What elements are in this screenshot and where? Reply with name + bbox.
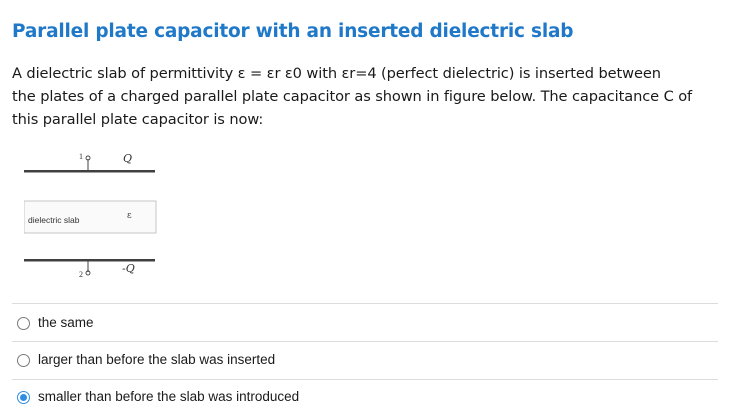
- bottom-charge-label: -Q: [122, 262, 135, 275]
- question-text: A dielectric slab of permittivity ε = εr…: [12, 62, 722, 131]
- bottom-terminal-label: 2: [79, 270, 83, 279]
- answer-option-same[interactable]: the same: [12, 303, 718, 341]
- question-line-3: this parallel plate capacitor is now:: [12, 111, 264, 128]
- answer-option-smaller[interactable]: smaller than before the slab was introdu…: [12, 379, 718, 415]
- answer-label: the same: [38, 315, 94, 330]
- answer-option-larger[interactable]: larger than before the slab was inserted: [12, 341, 718, 379]
- top-charge-label: Q: [123, 152, 132, 165]
- dielectric-slab-label: dielectric slab: [28, 215, 80, 225]
- radio-button[interactable]: [17, 354, 30, 367]
- top-terminal-label: 1: [79, 152, 83, 161]
- capacitor-diagram: 1 Q dielectric slab ε 2 -Q: [23, 152, 157, 279]
- answer-label: smaller than before the slab was introdu…: [38, 389, 300, 404]
- capacitor-figure: 1 Q dielectric slab ε 2 -Q: [23, 143, 164, 283]
- answer-options: the same larger than before the slab was…: [12, 303, 718, 415]
- top-plate: [24, 170, 155, 173]
- bottom-plate: [24, 259, 155, 262]
- epsilon-label: ε: [127, 211, 132, 221]
- radio-button[interactable]: [17, 317, 30, 330]
- question-title: Parallel plate capacitor with an inserte…: [12, 21, 574, 42]
- question-line-2: the plates of a charged parallel plate c…: [12, 88, 693, 105]
- answer-label: larger than before the slab was inserted: [38, 352, 276, 367]
- question-line-1: A dielectric slab of permittivity ε = εr…: [12, 65, 661, 82]
- radio-button-selected[interactable]: [17, 391, 30, 404]
